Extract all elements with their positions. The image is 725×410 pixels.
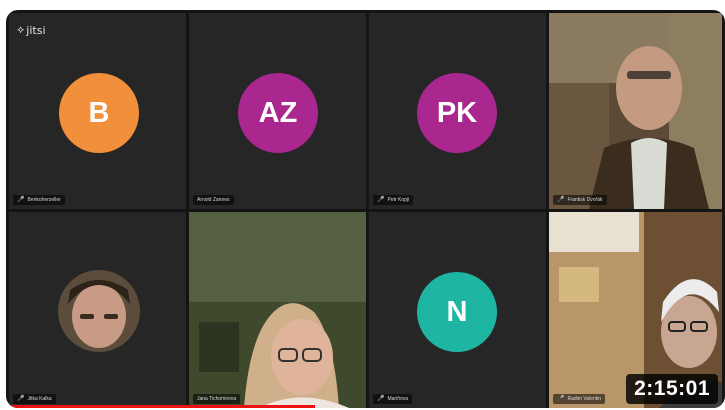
jitsi-logo-icon: ⟡ [17, 23, 25, 36]
video-progress-bar[interactable] [6, 405, 315, 408]
participant-video-thumbnail [58, 270, 140, 352]
participant-video [189, 212, 366, 408]
participant-video-tile[interactable]: 🎤 Jitka Kalka [9, 212, 186, 408]
name-tag: 🎤 Jitka Kalka [13, 394, 56, 404]
avatar: PK [417, 73, 497, 153]
name-tag: 🎤 Mariňova [373, 394, 413, 404]
participant-tile-n[interactable]: N 🎤 Mariňova [369, 212, 546, 408]
microphone-icon: 🎤 [557, 197, 565, 203]
participant-video-tile[interactable]: 🎤 Radim Valentin 2:15:01 [549, 212, 722, 408]
participant-tile-b[interactable]: ⟡ jitsi B 🎤 Benkoherzeller [9, 13, 186, 209]
microphone-icon: 🎤 [377, 197, 385, 203]
microphone-icon: 🎤 [557, 396, 565, 402]
name-tag: 🎤 Frantisk Dvořák [553, 195, 607, 205]
avatar: N [417, 272, 497, 352]
participant-video [549, 13, 722, 209]
meeting-grid: ⟡ jitsi B 🎤 Benkoherzeller AZ Arnold Zan… [6, 10, 725, 408]
name-tag: 🎤 Petr Kopji [373, 195, 414, 205]
participant-tile-pk[interactable]: PK 🎤 Petr Kopji [369, 13, 546, 209]
microphone-icon: 🎤 [377, 396, 385, 402]
jitsi-logo: ⟡ jitsi [17, 23, 46, 37]
participant-video-tile[interactable]: Jana Tichomirova [189, 212, 366, 408]
name-tag: 🎤 Radim Valentin [553, 394, 606, 404]
participant-tile-az[interactable]: AZ Arnold Zannes [189, 13, 366, 209]
avatar: AZ [238, 73, 318, 153]
name-tag: 🎤 Benkoherzeller [13, 195, 65, 205]
participant-video-tile[interactable]: 🎤 Frantisk Dvořák [549, 13, 722, 209]
microphone-icon: 🎤 [17, 396, 25, 402]
avatar: B [59, 73, 139, 153]
elapsed-time-badge: 2:15:01 [626, 374, 718, 404]
name-tag: Arnold Zannes [193, 195, 234, 205]
name-tag: Jana Tichomirova [193, 394, 241, 404]
microphone-icon: 🎤 [17, 197, 25, 203]
